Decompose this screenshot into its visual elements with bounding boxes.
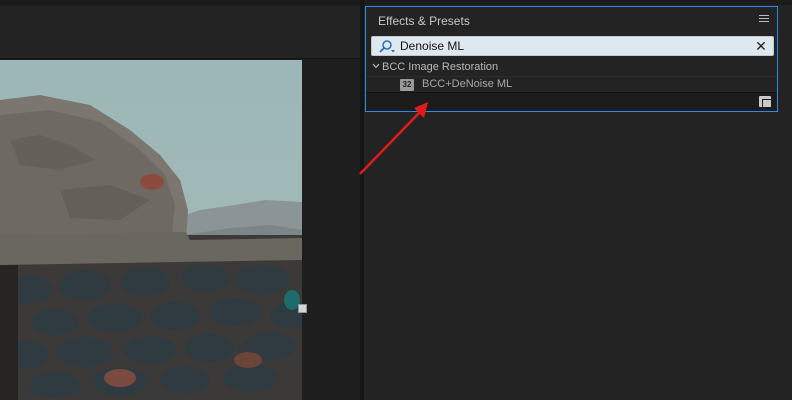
viewer-image xyxy=(0,60,302,400)
panel-footer xyxy=(366,92,777,111)
right-top-strip xyxy=(364,0,792,5)
right-panel-area: Effects & Presets ✕ BCC Image Re xyxy=(364,0,792,400)
new-bin-icon[interactable] xyxy=(759,96,771,107)
transform-handle[interactable] xyxy=(298,304,307,313)
effects-tree: BCC Image Restoration 32 BCC+DeNoise ML xyxy=(366,60,777,94)
effects-presets-panel: Effects & Presets ✕ BCC Image Re xyxy=(365,6,778,112)
app-window: Effects & Presets ✕ BCC Image Re xyxy=(0,0,792,400)
panel-title: Effects & Presets xyxy=(378,14,470,28)
search-icon[interactable] xyxy=(378,39,396,55)
search-input[interactable] xyxy=(400,38,740,54)
composition-panel xyxy=(0,0,360,400)
tree-item-label: BCC+DeNoise ML xyxy=(422,78,513,90)
chevron-down-icon[interactable] xyxy=(372,62,380,70)
panel-menu-icon[interactable] xyxy=(759,15,769,25)
toolbar-strip xyxy=(0,0,360,6)
composition-toolbar xyxy=(0,0,360,59)
search-field[interactable]: ✕ xyxy=(371,36,774,56)
tree-folder-bcc-image-restoration[interactable]: BCC Image Restoration xyxy=(366,60,777,77)
tree-folder-label: BCC Image Restoration xyxy=(382,61,499,73)
composition-viewer[interactable] xyxy=(0,60,302,400)
clear-search-icon[interactable]: ✕ xyxy=(754,39,768,53)
effect-icon: 32 xyxy=(400,79,414,91)
